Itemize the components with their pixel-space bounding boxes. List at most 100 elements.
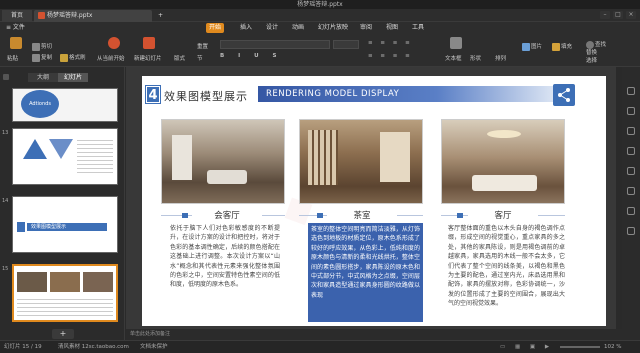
paste-button[interactable]: 粘贴 — [7, 54, 18, 62]
slide-number-14: 14 — [2, 198, 9, 204]
textbox-button[interactable]: 文本框 — [445, 54, 462, 62]
font-style-buttons[interactable]: B I U S — [220, 53, 360, 62]
zoom-slider[interactable] — [560, 346, 600, 348]
caption-living-room: 客厅 — [468, 209, 538, 221]
reset-button[interactable]: 重置 — [197, 42, 208, 50]
notes-field[interactable]: 单击此处添加备注 — [126, 329, 622, 340]
menu-start[interactable]: 开始 — [206, 23, 225, 33]
layers-icon[interactable] — [627, 167, 635, 175]
section-button[interactable]: 节 — [197, 54, 203, 62]
layout-button[interactable]: 版式 — [174, 54, 185, 62]
caption-reception-room: 会客厅 — [192, 209, 262, 221]
slide-thumbnail-13[interactable] — [12, 128, 118, 185]
from-current-button[interactable]: 从当前开始 — [97, 54, 125, 62]
photo-detail — [487, 130, 521, 138]
slide-thumbnail-12[interactable]: Adtionds — [12, 88, 118, 122]
format-painter-label: 格式刷 — [69, 55, 86, 61]
slide-thumbnail-14[interactable]: 效果图模型展示 — [12, 196, 118, 253]
font-name-select[interactable] — [220, 40, 330, 49]
photo-detail — [172, 135, 192, 180]
new-slide-icon — [143, 37, 155, 49]
scissors-icon — [32, 42, 40, 51]
paste-icon — [10, 37, 22, 49]
menu-bar: ≡ 文件 开始 插入 设计 动画 幻灯片放映 审阅 视图 工具 — [0, 22, 640, 34]
zoom-level[interactable]: 102 % — [604, 341, 621, 353]
minimize-icon[interactable]: – — [600, 11, 610, 19]
menu-view[interactable]: 视图 — [383, 23, 401, 33]
current-slide[interactable]: ◆ 4 效果图模型展示 RENDERING MODEL DISPLAY 会客厅 … — [142, 76, 606, 326]
help-icon[interactable] — [627, 227, 635, 235]
tab-document[interactable]: 杨梦瑶答辩.pptx — [34, 10, 152, 22]
fill-button[interactable]: 填充 — [552, 42, 572, 51]
thumb-photo — [17, 272, 47, 292]
thumb-heading: 效果图模型展示 — [27, 223, 107, 231]
reception-room-photo — [161, 119, 285, 204]
tab-outline[interactable]: 大纲 — [28, 73, 58, 82]
menu-insert[interactable]: 插入 — [237, 23, 255, 33]
menu-slideshow[interactable]: 幻灯片放映 — [315, 23, 351, 33]
menu-design[interactable]: 设计 — [263, 23, 281, 33]
document-protection[interactable]: 文档未保护 — [140, 341, 168, 353]
cut-label: 剪切 — [41, 44, 53, 50]
arrange-button[interactable]: 排列 — [495, 54, 506, 62]
photo-detail — [308, 130, 338, 185]
slide-number-13: 13 — [2, 130, 9, 136]
photo-detail — [380, 132, 410, 182]
picture-label: 图片 — [531, 44, 543, 50]
slide-number-15: 15 — [2, 266, 9, 272]
maximize-icon[interactable]: □ — [613, 11, 623, 19]
textbox-icon — [450, 37, 462, 49]
thumb-photo — [50, 272, 80, 292]
living-room-photo — [441, 119, 565, 204]
menu-tools[interactable]: 工具 — [409, 23, 427, 33]
style-icon[interactable] — [627, 107, 635, 115]
picture-icon — [522, 42, 530, 51]
thumb-triangle-shape — [23, 139, 47, 159]
panel-collapse-icon[interactable] — [3, 74, 9, 80]
settings-icon[interactable] — [627, 207, 635, 215]
play-icon — [108, 37, 120, 49]
caption-marker — [182, 213, 188, 218]
property-icon[interactable] — [627, 87, 635, 95]
section-number: 4 — [145, 85, 161, 104]
thumb-text-lines — [17, 296, 113, 318]
thumb-text-lines — [77, 137, 113, 175]
animation-icon[interactable] — [627, 147, 635, 155]
copy-button[interactable]: 复制 — [32, 53, 52, 62]
paragraph-buttons[interactable]: ≡ ≡ ≡ ≡ — [368, 40, 438, 49]
add-slide-button[interactable]: + — [52, 329, 74, 339]
format-painter-button[interactable]: 格式刷 — [60, 53, 86, 62]
document-tabbar: 首页 杨梦瑶答辩.pptx + – □ × — [0, 9, 640, 22]
slide-thumbnail-15[interactable] — [12, 264, 118, 322]
picture-button[interactable]: 图片 — [522, 42, 542, 51]
menu-animation[interactable]: 动画 — [289, 23, 307, 33]
fill-icon — [552, 42, 560, 51]
share-panel-icon[interactable] — [627, 187, 635, 195]
photo-detail — [472, 175, 537, 191]
reception-room-text: 依托于脑下人们对色彩敏感度的不断提升，在设计方案的设计和把控时，将对于色彩的基本… — [170, 225, 280, 289]
tab-home[interactable]: 首页 — [2, 10, 32, 22]
photo-detail — [207, 170, 247, 184]
thumb-circle-title: Adtionds — [21, 90, 59, 118]
shape-icon[interactable] — [627, 127, 635, 135]
cut-button[interactable]: 剪切 — [32, 42, 52, 51]
theme-name: 清风素材 12sc.taobao.com — [58, 344, 129, 350]
tab-document-label: 杨梦瑶答辩.pptx — [47, 12, 93, 19]
tea-room-text: 茶室的整体空间明亮而简洁淡雅，从灯饰选色到地板的材质定位，原木色系形成了较好的呼… — [308, 223, 423, 322]
tab-slides[interactable]: 幻灯片 — [58, 73, 88, 82]
shape-button[interactable]: 形状 — [470, 54, 481, 62]
close-icon[interactable]: × — [626, 11, 636, 19]
font-size-select[interactable] — [333, 40, 359, 49]
new-tab-button[interactable]: + — [154, 10, 164, 22]
slide-counter: 幻灯片 15 / 19 — [4, 344, 42, 350]
share-icon — [553, 84, 575, 106]
menu-file[interactable]: ≡ 文件 — [3, 23, 28, 33]
menu-review[interactable]: 审阅 — [357, 23, 375, 33]
alignment-buttons[interactable]: ≡ ≡ ≡ ≡ — [368, 53, 438, 62]
caption-tea-room: 茶室 — [327, 209, 397, 221]
view-mode-buttons[interactable]: ▭ ▦ ▣ ▶ — [500, 341, 553, 353]
living-room-text: 客厅整体面的重色以木头自身的褐色调作点缀，形成空间的视觉重心，重点家具的多之处，… — [448, 225, 565, 308]
replace-button[interactable]: 替换 — [586, 48, 597, 56]
new-slide-button[interactable]: 新建幻灯片 — [134, 54, 162, 62]
select-button[interactable]: 选择 — [586, 56, 597, 64]
